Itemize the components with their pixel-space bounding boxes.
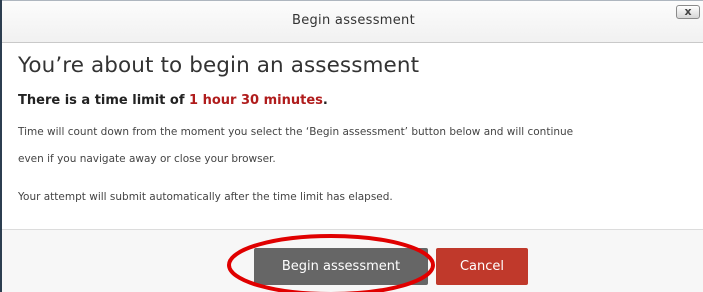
- close-button[interactable]: x: [676, 5, 700, 19]
- assessment-heading: You’re about to begin an assessment: [18, 53, 420, 78]
- countdown-info-line1: Time will count down from the moment you…: [18, 126, 574, 138]
- countdown-info-line2: even if you navigate away or close your …: [18, 153, 276, 165]
- time-limit-suffix: .: [322, 93, 328, 108]
- begin-assessment-button[interactable]: Begin assessment: [254, 248, 428, 285]
- time-limit-prefix: There is a time limit of: [18, 93, 190, 108]
- time-limit-notice: There is a time limit of 1 hour 30 minut…: [18, 93, 328, 108]
- time-limit-value: 1 hour 30 minutes: [189, 93, 323, 108]
- auto-submit-info: Your attempt will submit automatically a…: [18, 191, 393, 203]
- dialog-title: Begin assessment: [291, 13, 415, 28]
- begin-assessment-dialog: Begin assessment x You’re about to begin…: [0, 0, 703, 292]
- cancel-button[interactable]: Cancel: [436, 248, 528, 285]
- dialog-title-bar: Begin assessment x: [2, 0, 703, 43]
